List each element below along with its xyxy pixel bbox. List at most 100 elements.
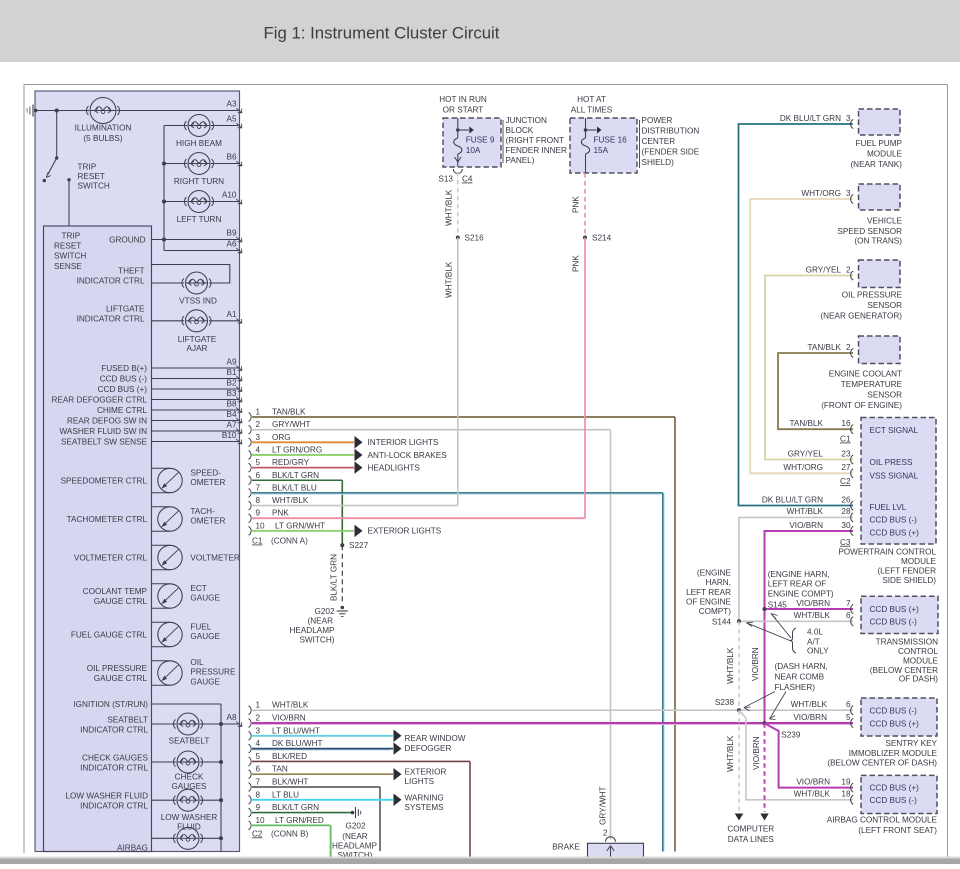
svg-text:VIO/BRN: VIO/BRN [793,713,827,722]
svg-text:AJAR: AJAR [187,344,208,353]
svg-text:GAUGE: GAUGE [190,593,220,602]
svg-text:VIO/BRN: VIO/BRN [751,647,760,681]
svg-text:(BELOW CENTER: (BELOW CENTER [870,666,938,675]
svg-text:CCD BUS (-): CCD BUS (-) [870,706,918,715]
svg-text:VEHICLE: VEHICLE [867,216,903,225]
svg-text:(NEAR GENERATOR): (NEAR GENERATOR) [820,312,902,321]
svg-text:WHT/BLK: WHT/BLK [272,701,309,710]
svg-text:SEATBELT SW SENSE: SEATBELT SW SENSE [61,437,148,446]
svg-text:4: 4 [256,445,261,454]
svg-text:19: 19 [841,777,851,786]
svg-text:B4: B4 [226,410,236,419]
svg-text:TRIP: TRIP [62,231,81,240]
svg-text:2: 2 [846,265,851,274]
svg-text:WARNING: WARNING [405,794,444,803]
svg-text:WASHER FLUID SW IN: WASHER FLUID SW IN [60,427,148,436]
svg-text:FLASHER): FLASHER) [775,683,816,692]
svg-text:SWITCH: SWITCH [54,252,86,261]
svg-text:(FENDER SIDE: (FENDER SIDE [642,148,700,157]
svg-text:OIL PRESSURE: OIL PRESSURE [842,291,903,300]
svg-text:TAN/BLK: TAN/BLK [807,343,841,352]
svg-text:SPEED-: SPEED- [190,468,221,477]
svg-text:DK BLU/WHT: DK BLU/WHT [272,739,323,748]
svg-text:VOLTMETER CTRL: VOLTMETER CTRL [74,554,148,563]
svg-text:(ON TRANS): (ON TRANS) [854,237,902,246]
svg-text:DEFOGGER: DEFOGGER [405,744,452,753]
svg-text:SENSE: SENSE [54,262,82,271]
svg-text:LOW WASHER: LOW WASHER [161,813,218,822]
svg-text:REAR WINDOW: REAR WINDOW [405,734,466,743]
svg-text:B3: B3 [226,389,236,398]
svg-text:SWITCH): SWITCH) [299,636,334,645]
svg-text:TEMPERATURE: TEMPERATURE [841,380,903,389]
svg-text:CHECK: CHECK [175,773,204,782]
svg-text:S216: S216 [465,234,485,243]
svg-text:COMPUTER: COMPUTER [727,824,774,833]
svg-text:DK BLU/LT GRN: DK BLU/LT GRN [780,114,841,123]
svg-text:CCD BUS (+): CCD BUS (+) [870,719,920,728]
svg-text:26: 26 [841,495,851,504]
svg-text:LOW WASHER FLUID: LOW WASHER FLUID [66,792,149,801]
svg-text:FUEL GAUGE CTRL: FUEL GAUGE CTRL [71,631,148,640]
svg-text:LT GRN/WHT: LT GRN/WHT [275,521,325,530]
svg-text:VIO/BRN: VIO/BRN [752,736,761,770]
svg-text:6: 6 [846,611,851,620]
svg-text:FUEL PUMP: FUEL PUMP [855,139,902,148]
svg-text:A10: A10 [222,191,237,200]
svg-text:HOT IN RUN: HOT IN RUN [439,95,487,104]
svg-text:OMETER: OMETER [190,478,225,487]
svg-text:SIDE SHIELD): SIDE SHIELD) [882,576,936,585]
svg-text:TAN/BLK: TAN/BLK [789,419,823,428]
svg-text:HEADLIGHTS: HEADLIGHTS [368,463,421,472]
svg-text:CCD BUS (+): CCD BUS (+) [870,529,920,538]
svg-text:RESET: RESET [54,242,81,251]
svg-text:A/T: A/T [807,638,820,647]
svg-text:POWER: POWER [642,116,673,125]
svg-text:FUSE 9: FUSE 9 [466,136,495,145]
svg-text:PANEL): PANEL) [506,156,535,165]
svg-text:9: 9 [256,509,261,518]
svg-text:VOLTMETER: VOLTMETER [190,554,240,563]
svg-text:FUEL LVL: FUEL LVL [870,503,907,512]
svg-text:TACH-: TACH- [190,507,215,516]
svg-text:COMPT): COMPT) [699,607,732,616]
svg-text:CHIME CTRL: CHIME CTRL [97,406,147,415]
svg-text:LEFT REAR OF: LEFT REAR OF [768,580,827,589]
svg-text:WHT/BLK: WHT/BLK [787,507,824,516]
svg-text:A9: A9 [226,358,236,367]
svg-text:10A: 10A [466,146,481,155]
svg-text:BRAKE: BRAKE [552,842,580,851]
svg-text:(CONN A): (CONN A) [271,537,308,546]
svg-text:BLK/LT GRN: BLK/LT GRN [272,803,319,812]
svg-text:MODULE: MODULE [903,657,939,666]
svg-text:(RIGHT FRONT: (RIGHT FRONT [506,136,565,145]
svg-text:HIGH BEAM: HIGH BEAM [176,139,222,148]
svg-text:SPEEDOMETER CTRL: SPEEDOMETER CTRL [61,477,148,486]
svg-text:(NEAR TANK): (NEAR TANK) [850,160,902,169]
svg-text:INDICATOR CTRL: INDICATOR CTRL [77,315,145,324]
svg-text:CCD BUS (+): CCD BUS (+) [870,784,920,793]
svg-text:B6: B6 [226,153,236,162]
svg-text:1: 1 [256,408,261,417]
svg-text:CCD BUS (+): CCD BUS (+) [870,605,920,614]
svg-text:RIGHT TURN: RIGHT TURN [174,177,224,186]
svg-text:23: 23 [841,449,851,458]
svg-text:G202: G202 [345,822,365,831]
svg-text:IGNITION (ST/RUN): IGNITION (ST/RUN) [73,700,148,709]
svg-text:GAUGE CTRL: GAUGE CTRL [94,597,148,606]
svg-text:3: 3 [846,189,851,198]
svg-text:CCD BUS (+): CCD BUS (+) [98,385,148,394]
svg-text:LT GRN/ORG: LT GRN/ORG [272,445,322,454]
svg-text:OF DASH): OF DASH) [899,675,938,684]
svg-text:S144: S144 [712,617,732,626]
svg-text:S13: S13 [438,175,453,184]
svg-text:(NEAR: (NEAR [308,617,334,626]
svg-text:TRANSMISSION: TRANSMISSION [876,638,938,647]
svg-text:DATA LINES: DATA LINES [728,835,775,844]
svg-text:FUSE 16: FUSE 16 [594,136,628,145]
svg-text:S214: S214 [592,234,612,243]
svg-text:10: 10 [256,816,266,825]
svg-text:AIRBAG: AIRBAG [117,843,148,852]
svg-text:2: 2 [846,343,851,352]
svg-text:8: 8 [256,496,261,505]
